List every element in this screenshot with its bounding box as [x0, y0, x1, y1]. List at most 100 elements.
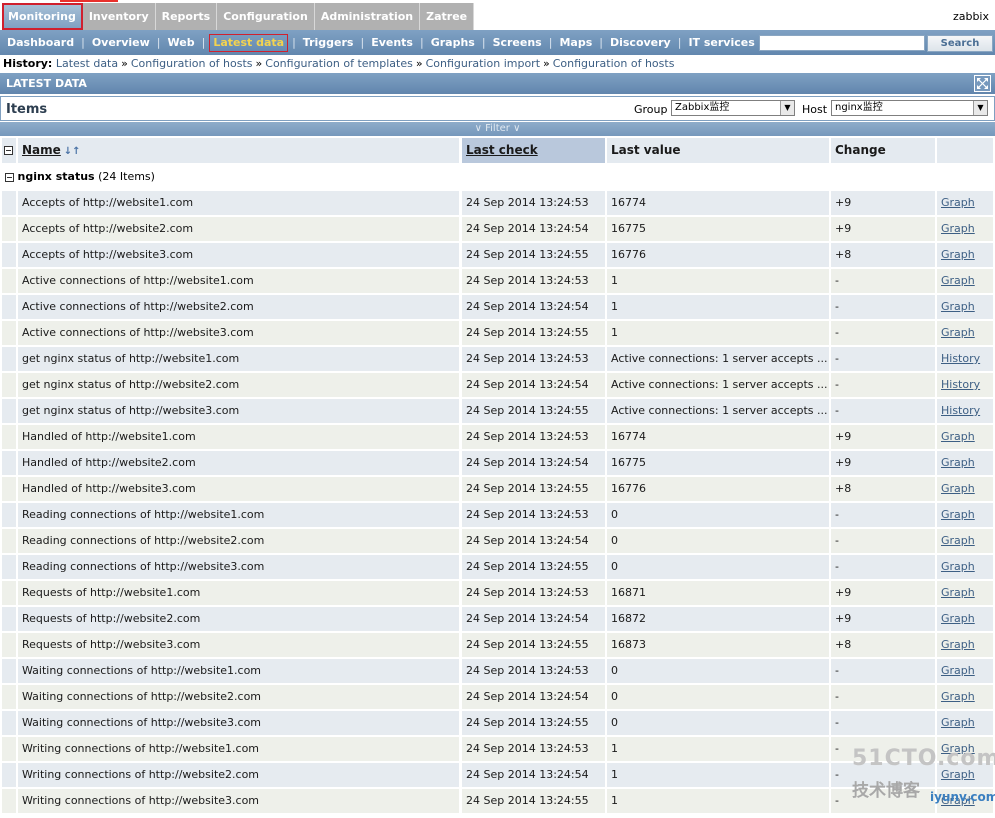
section-header: LATEST DATA: [0, 73, 995, 94]
action-link[interactable]: History: [937, 373, 993, 397]
last-check-cell: 24 Sep 2014 13:24:53: [462, 269, 605, 293]
main-tab-zatree[interactable]: Zatree: [420, 3, 475, 30]
last-value-cell: 0: [607, 711, 829, 735]
action-link[interactable]: Graph: [937, 633, 993, 657]
sub-tab-dashboard[interactable]: Dashboard: [0, 35, 81, 51]
action-link[interactable]: Graph: [937, 581, 993, 605]
last-check-cell: 24 Sep 2014 13:24:53: [462, 581, 605, 605]
group-label: Group: [634, 103, 668, 116]
search-button[interactable]: Search: [927, 35, 993, 52]
main-tab-configuration[interactable]: Configuration: [217, 3, 315, 30]
change-cell: -: [831, 321, 935, 345]
host-select[interactable]: nginx监控 ▼: [831, 100, 988, 116]
action-link[interactable]: Graph: [937, 503, 993, 527]
item-name-cell: get nginx status of http://website1.com: [18, 347, 459, 371]
row-spacer-cell: [2, 295, 16, 319]
last-check-cell: 24 Sep 2014 13:24:53: [462, 659, 605, 683]
history-arrow: »: [415, 57, 423, 70]
minus-icon[interactable]: [5, 172, 14, 182]
history-link[interactable]: Latest data: [56, 57, 118, 70]
action-link[interactable]: Graph: [937, 425, 993, 449]
sub-tab-maps[interactable]: Maps: [552, 35, 599, 51]
table-row: Requests of http://website3.com 24 Sep 20…: [0, 632, 995, 658]
action-link[interactable]: Graph: [937, 243, 993, 267]
main-tab-reports[interactable]: Reports: [155, 3, 218, 30]
item-name-cell: Handled of http://website2.com: [18, 451, 459, 475]
sub-tab-it-services[interactable]: IT services: [681, 35, 761, 51]
action-link[interactable]: Graph: [937, 711, 993, 735]
action-link[interactable]: Graph: [937, 217, 993, 241]
item-name-cell: Active connections of http://website1.co…: [18, 269, 459, 293]
item-name-cell: Accepts of http://website3.com: [18, 243, 459, 267]
last-value-cell: Active connections: 1 server accepts ...: [607, 373, 829, 397]
action-link[interactable]: Graph: [937, 451, 993, 475]
history-link[interactable]: Configuration of hosts: [553, 57, 675, 70]
sub-tab-events[interactable]: Events: [364, 35, 420, 51]
item-name-cell: Reading connections of http://website3.c…: [18, 555, 459, 579]
action-link[interactable]: Graph: [937, 191, 993, 215]
action-link[interactable]: Graph: [937, 269, 993, 293]
group-select[interactable]: Zabbix监控 ▼: [671, 100, 795, 116]
last-check-cell: 24 Sep 2014 13:24:55: [462, 633, 605, 657]
main-tab-monitoring[interactable]: Monitoring: [2, 3, 83, 30]
change-cell: -: [831, 711, 935, 735]
column-header-last-check[interactable]: Last check: [462, 138, 605, 163]
last-check-cell: 24 Sep 2014 13:24:55: [462, 789, 605, 813]
action-link[interactable]: History: [937, 347, 993, 371]
table-row: Waiting connections of http://website2.c…: [0, 684, 995, 710]
search-input[interactable]: [759, 35, 925, 51]
sub-tab-web[interactable]: Web: [161, 35, 202, 51]
sub-tab-triggers[interactable]: Triggers: [296, 35, 361, 51]
last-value-cell: 16776: [607, 243, 829, 267]
row-spacer-cell: [2, 269, 16, 293]
change-cell: -: [831, 503, 935, 527]
sub-tab-screens[interactable]: Screens: [486, 35, 549, 51]
sub-menu: Dashboard | Overview | Web | Latest data | T…: [0, 30, 995, 55]
action-link[interactable]: Graph: [937, 529, 993, 553]
action-link[interactable]: Graph: [937, 295, 993, 319]
sub-tab-latest-data[interactable]: Latest data: [209, 33, 289, 52]
main-tab-inventory[interactable]: Inventory: [82, 3, 156, 30]
table-row: Requests of http://website2.com 24 Sep 20…: [0, 606, 995, 632]
last-value-cell: Active connections: 1 server accepts ...: [607, 399, 829, 423]
column-header-name[interactable]: Name ↓↑: [18, 138, 459, 163]
history-link[interactable]: Configuration of hosts: [131, 57, 253, 70]
action-link[interactable]: Graph: [937, 477, 993, 501]
change-cell: +8: [831, 243, 935, 267]
table-row: Active connections of http://website3.co…: [0, 320, 995, 346]
action-link[interactable]: Graph: [937, 685, 993, 709]
sub-tab-discovery[interactable]: Discovery: [603, 35, 678, 51]
table-row: Reading connections of http://website2.c…: [0, 528, 995, 554]
username: zabbix: [952, 10, 989, 23]
sub-tab-graphs[interactable]: Graphs: [424, 35, 482, 51]
sub-tab-overview[interactable]: Overview: [85, 35, 157, 51]
last-check-cell: 24 Sep 2014 13:24:55: [462, 555, 605, 579]
row-spacer-cell: [2, 737, 16, 761]
last-check-cell: 24 Sep 2014 13:24:54: [462, 529, 605, 553]
action-link[interactable]: Graph: [937, 607, 993, 631]
last-value-cell: 0: [607, 685, 829, 709]
change-cell: +8: [831, 633, 935, 657]
last-value-cell: 1: [607, 321, 829, 345]
group-row[interactable]: nginx status (24 Items): [0, 164, 995, 190]
action-link[interactable]: Graph: [937, 555, 993, 579]
history-link[interactable]: Configuration import: [426, 57, 540, 70]
history-link[interactable]: Configuration of templates: [265, 57, 413, 70]
sort-icon: ↓↑: [63, 146, 81, 157]
item-name-cell: Requests of http://website1.com: [18, 581, 459, 605]
last-value-cell: 0: [607, 555, 829, 579]
change-cell: +9: [831, 425, 935, 449]
last-check-cell: 24 Sep 2014 13:24:55: [462, 477, 605, 501]
fullscreen-icon[interactable]: [974, 75, 991, 92]
change-cell: +9: [831, 191, 935, 215]
collapse-all-toggle[interactable]: [2, 138, 16, 163]
table-row: get nginx status of http://website1.com 2…: [0, 346, 995, 372]
filter-toggle[interactable]: ∨ Filter ∨: [0, 122, 995, 136]
table-body: Accepts of http://website1.com 24 Sep 201…: [0, 190, 995, 814]
action-link[interactable]: Graph: [937, 321, 993, 345]
minus-icon: [4, 146, 13, 155]
action-link[interactable]: Graph: [937, 659, 993, 683]
last-check-cell: 24 Sep 2014 13:24:54: [462, 373, 605, 397]
action-link[interactable]: History: [937, 399, 993, 423]
main-tab-administration[interactable]: Administration: [314, 3, 421, 30]
